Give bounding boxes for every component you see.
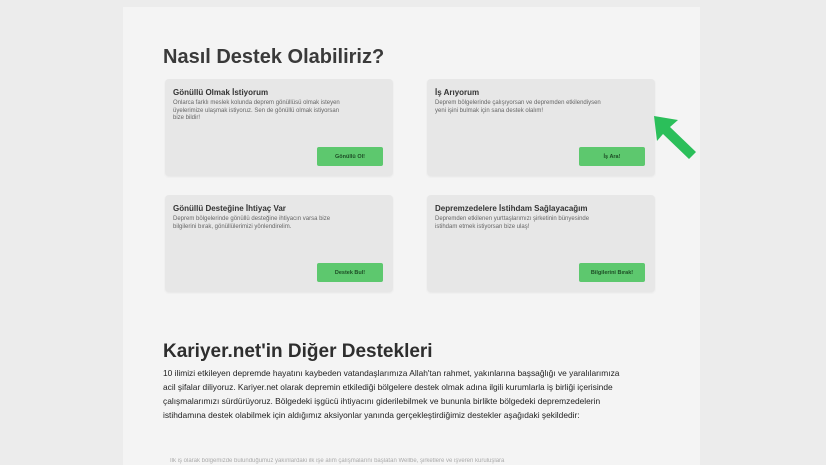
card-title: Depremzedelere İstihdam Sağlayacağım <box>435 204 588 213</box>
section-title-other-support: Kariyer.net'in Diğer Destekleri <box>163 341 433 362</box>
card-job-search: İş Arıyorum Deprem bölgelerinde çalışıyo… <box>427 79 655 176</box>
card-need-support: Gönüllü Desteğine İhtiyaç Var Deprem böl… <box>165 195 393 292</box>
card-description: Onlarca farklı meslek kolunda deprem gön… <box>173 100 340 121</box>
card-title: Gönüllü Desteğine İhtiyaç Var <box>173 204 286 213</box>
section-title: Nasıl Destek Olabiliriz? <box>163 46 385 68</box>
card-description: Depremden etkilenen yurttaşlarımızı şirk… <box>435 216 590 230</box>
card-description: Deprem bölgelerinde gönüllü desteğine ih… <box>173 216 331 230</box>
faded-text-line: İlk iş olarak bölgemizde bulunduğumuz ya… <box>170 458 505 464</box>
find-support-button[interactable]: Destek Bul! <box>317 263 383 282</box>
card-description: Deprem bölgelerinde çalışıyorsan ve depr… <box>435 100 601 114</box>
search-job-button[interactable]: İş Ara! <box>579 147 645 166</box>
card-volunteer: Gönüllü Olmak İstiyorum Onlarca farklı m… <box>165 79 393 176</box>
card-employment: Depremzedelere İstihdam Sağlayacağım Dep… <box>427 195 655 292</box>
pointer-arrow-icon <box>654 116 696 159</box>
card-title: İş Arıyorum <box>435 88 480 97</box>
card-title: Gönüllü Olmak İstiyorum <box>173 88 269 97</box>
volunteer-button[interactable]: Gönüllü Ol! <box>317 147 383 166</box>
support-paragraph: 10 ilimizi etkileyen depremde hayatını k… <box>163 368 620 420</box>
leave-info-button[interactable]: Bilgilerini Bırak! <box>579 263 645 282</box>
